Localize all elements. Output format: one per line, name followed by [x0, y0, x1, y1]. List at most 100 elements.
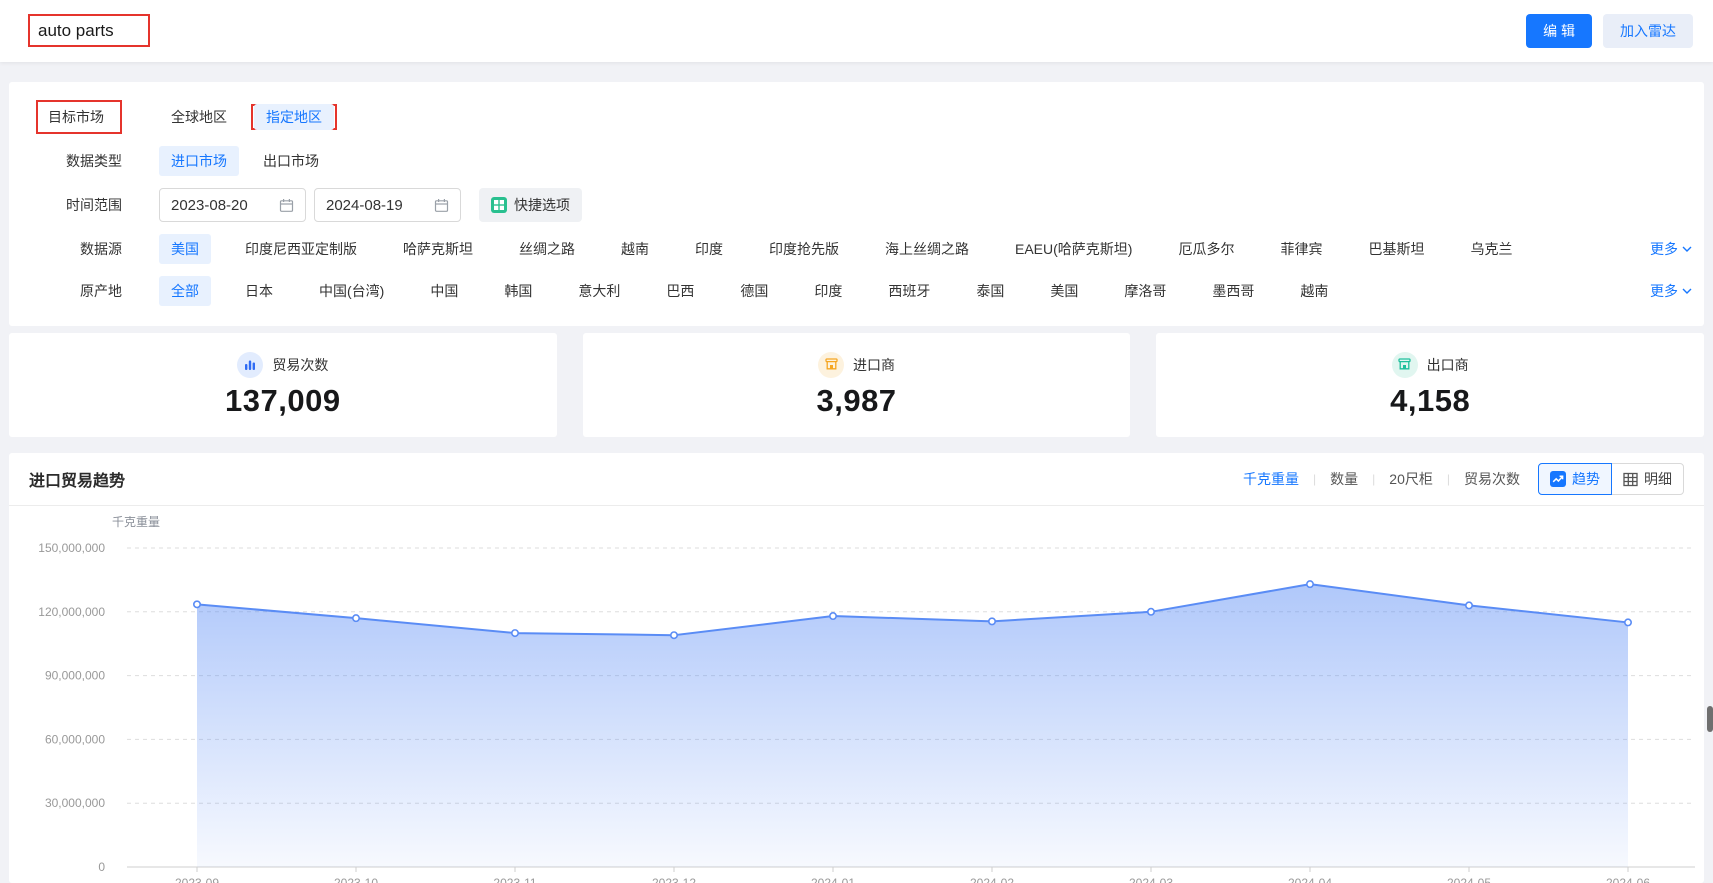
trend-area-chart: 150,000,000 120,000,000 90,000,000 60,000,0…	[9, 453, 1704, 883]
filter-option[interactable]: 出口市场	[251, 146, 331, 176]
add-to-radar-button[interactable]: 加入雷达	[1603, 14, 1693, 48]
tab-separator: |	[1372, 472, 1375, 486]
topbar-actions: 编 辑 加入雷达	[1526, 14, 1693, 48]
filter-option[interactable]: 韩国	[492, 276, 544, 306]
filter-option[interactable]: 日本	[233, 276, 285, 306]
filter-option[interactable]: 印度	[683, 234, 735, 264]
svg-text:150,000,000: 150,000,000	[38, 541, 105, 555]
metric-tab[interactable]: 20尺柜	[1389, 469, 1433, 489]
origin-options: 全部日本中国(台湾) 中国韩国意大利巴西德国印度西班牙泰国美国摩洛哥墨西哥越南 更…	[159, 276, 1696, 306]
import-trend-card: 进口贸易趋势 千克重量|数量|20尺柜|贸易次数 趋势	[9, 453, 1704, 883]
filter-option[interactable]: 中国	[418, 276, 470, 306]
svg-text:60,000,000: 60,000,000	[45, 732, 105, 746]
svg-text:2023-09: 2023-09	[175, 876, 219, 883]
view-tab-trend-label: 趋势	[1572, 469, 1600, 489]
filter-option[interactable]: 乌克兰	[1458, 234, 1524, 264]
calendar-icon	[434, 198, 449, 213]
grid-icon	[1623, 472, 1638, 487]
target-market-options: 全球地区指定地区	[159, 102, 1696, 132]
svg-text:2024-03: 2024-03	[1129, 876, 1173, 883]
metric-tabs: 千克重量|数量|20尺柜|贸易次数	[1243, 469, 1520, 489]
start-date-value: 2023-08-20	[171, 197, 248, 214]
filter-panel: 目标市场 全球地区指定地区 数据类型 进口市场出口市场 时间范围 2023-08…	[9, 82, 1704, 326]
metric-tab[interactable]: 千克重量	[1243, 469, 1299, 489]
metric-tab[interactable]: 数量	[1330, 469, 1358, 489]
svg-text:2024-06: 2024-06	[1606, 876, 1650, 883]
filter-row-origin: 原产地 全部日本中国(台湾) 中国韩国意大利巴西德国印度西班牙泰国美国摩洛哥墨西哥…	[9, 270, 1696, 312]
importer-icon	[818, 352, 844, 378]
svg-text:120,000,000: 120,000,000	[38, 605, 105, 619]
svg-text:2024-02: 2024-02	[970, 876, 1014, 883]
svg-text:2023-10: 2023-10	[334, 876, 378, 883]
filter-option[interactable]: 越南	[609, 234, 661, 264]
bar-chart-icon	[237, 352, 263, 378]
view-tab-trend[interactable]: 趋势	[1538, 463, 1612, 495]
filter-option[interactable]: 巴基斯坦	[1356, 234, 1436, 264]
filter-option[interactable]: 印度抢先版	[757, 234, 851, 264]
filter-option[interactable]: 意大利	[566, 276, 632, 306]
search-term-annotation: auto parts	[28, 14, 150, 47]
view-tab-detail[interactable]: 明细	[1611, 463, 1684, 495]
quick-options-button[interactable]: 快捷选项	[479, 188, 582, 222]
filter-option[interactable]: 墨西哥	[1200, 276, 1266, 306]
stat-label: 出口商	[1427, 355, 1469, 375]
data-source-options: 美国印度尼西亚定制版哈萨克斯坦丝绸之路越南印度印度抢先版海上丝绸之路 EAEU(哈…	[159, 234, 1696, 264]
filter-option[interactable]: 美国	[159, 234, 211, 264]
filter-option[interactable]: 菲律宾	[1268, 234, 1334, 264]
filter-option[interactable]: 指定地区	[254, 104, 334, 130]
chart-title: 进口贸易趋势	[29, 467, 125, 491]
data-source-more-link[interactable]: 更多	[1650, 239, 1696, 259]
end-date-input[interactable]: 2024-08-19	[314, 188, 461, 222]
stat-value: 137,009	[225, 383, 341, 419]
filter-option[interactable]: 泰国	[964, 276, 1016, 306]
vertical-scrollbar-thumb[interactable]	[1707, 706, 1713, 732]
stat-value: 3,987	[816, 383, 896, 419]
stat-card-importers: 进口商 3,987	[583, 333, 1131, 437]
origin-label: 原产地	[9, 281, 122, 301]
filter-option[interactable]: 进口市场	[159, 146, 239, 176]
stat-value: 4,158	[1390, 383, 1470, 419]
data-type-options: 进口市场出口市场	[159, 146, 1696, 176]
stat-label: 贸易次数	[272, 355, 328, 375]
filter-option[interactable]: 哈萨克斯坦	[391, 234, 485, 264]
chart-toolbar: 千克重量|数量|20尺柜|贸易次数 趋势	[1243, 463, 1684, 495]
filter-option[interactable]: 印度尼西亚定制版	[233, 234, 369, 264]
data-type-label: 数据类型	[9, 151, 122, 171]
filter-option[interactable]: 越南	[1288, 276, 1340, 306]
top-bar: auto parts 编 辑 加入雷达	[0, 0, 1713, 62]
stat-cards: 贸易次数 137,009 进口商 3,987	[9, 333, 1704, 437]
filter-option[interactable]: 海上丝绸之路	[873, 234, 981, 264]
time-range-label: 时间范围	[9, 195, 122, 215]
filter-row-data-source: 数据源 美国印度尼西亚定制版哈萨克斯坦丝绸之路越南印度印度抢先版海上丝绸之路 EA…	[9, 228, 1696, 270]
start-date-input[interactable]: 2023-08-20	[159, 188, 306, 222]
svg-text:2024-01: 2024-01	[811, 876, 855, 883]
svg-text:2023-12: 2023-12	[652, 876, 696, 883]
filter-option[interactable]: 西班牙	[876, 276, 942, 306]
view-tab-detail-label: 明细	[1644, 469, 1672, 489]
view-switcher: 趋势 明细	[1538, 463, 1684, 495]
filter-option[interactable]: 德国	[728, 276, 780, 306]
data-source-label: 数据源	[9, 239, 122, 259]
filter-option[interactable]: 全球地区	[159, 102, 239, 132]
calendar-icon	[279, 198, 294, 213]
filter-option[interactable]: 美国	[1038, 276, 1090, 306]
metric-tab[interactable]: 贸易次数	[1464, 469, 1520, 489]
filter-row-data-type: 数据类型 进口市场出口市场	[9, 140, 1696, 182]
filter-option[interactable]: 巴西	[654, 276, 706, 306]
filter-option[interactable]: 全部	[159, 276, 211, 306]
filter-option[interactable]: 中国(台湾)	[307, 276, 396, 306]
target-market-label: 目标市场	[36, 100, 122, 134]
filter-option[interactable]: 摩洛哥	[1112, 276, 1178, 306]
edit-button[interactable]: 编 辑	[1526, 14, 1592, 48]
red-annotation-box: 指定地区	[251, 104, 337, 130]
svg-text:90,000,000: 90,000,000	[45, 669, 105, 683]
quick-options-label: 快捷选项	[514, 195, 570, 215]
filter-row-time-range: 时间范围 2023-08-20 2024-08-19	[9, 182, 1696, 228]
origin-more-link[interactable]: 更多	[1650, 281, 1696, 301]
filter-option[interactable]: EAEU(哈萨克斯坦)	[1003, 234, 1144, 264]
chevron-down-icon	[1682, 288, 1692, 294]
filter-option[interactable]: 丝绸之路	[507, 234, 587, 264]
filter-option[interactable]: 印度	[802, 276, 854, 306]
search-term[interactable]: auto parts	[38, 21, 114, 41]
filter-option[interactable]: 厄瓜多尔	[1166, 234, 1246, 264]
